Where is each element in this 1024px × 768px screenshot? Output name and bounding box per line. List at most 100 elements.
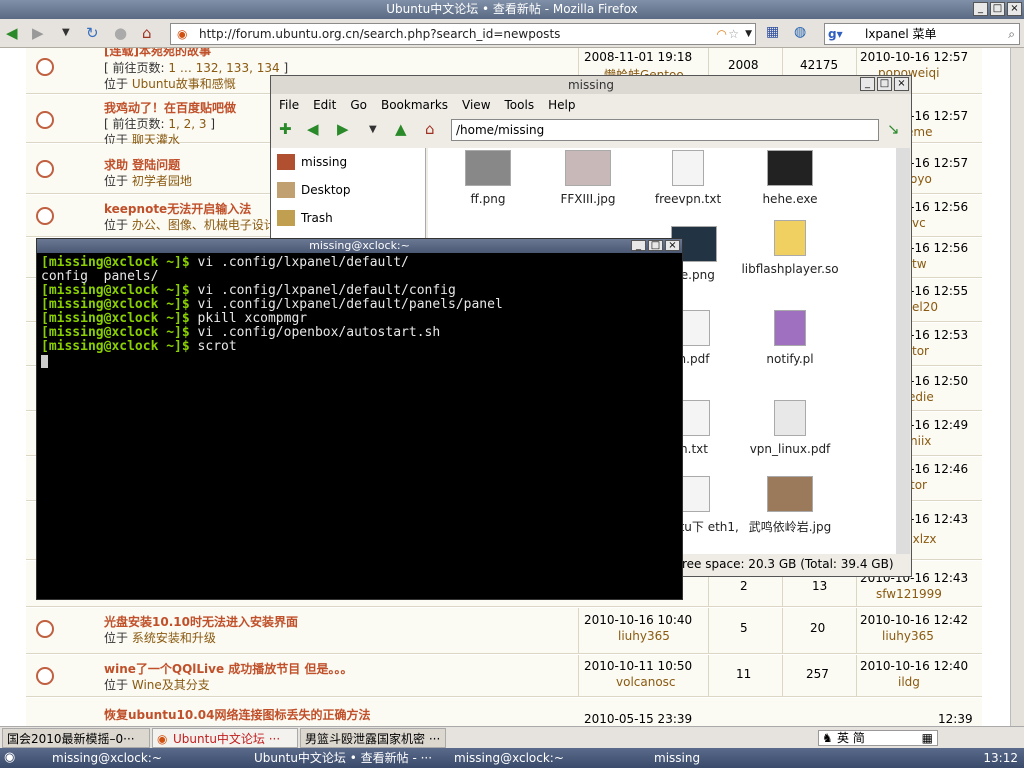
- input-method-bar[interactable]: ♞ 英 简 ▦: [818, 730, 938, 746]
- taskbar-item[interactable]: missing@xclock:~: [34, 750, 234, 766]
- topic-title[interactable]: 我鸡动了！在百度贴吧做: [104, 101, 236, 115]
- maximize-button[interactable]: □: [648, 240, 663, 251]
- taskbar-item-active[interactable]: missing: [636, 750, 832, 766]
- menu-view[interactable]: View: [462, 94, 490, 116]
- go-arrow-icon[interactable]: ↘: [887, 120, 900, 138]
- search-icon[interactable]: ⌕: [1008, 24, 1015, 44]
- taskbar-item[interactable]: missing@xclock:~: [436, 750, 632, 766]
- topic-title[interactable]: keepnote无法开启输入法: [104, 202, 251, 216]
- close-button[interactable]: ×: [665, 240, 680, 251]
- menu-launcher-icon[interactable]: ◉: [4, 750, 15, 765]
- file-item[interactable]: vpn_linux.pdf: [740, 400, 840, 456]
- globe-icon[interactable]: ◍: [794, 24, 806, 40]
- terminal-output[interactable]: [missing@xclock ~]$ vi .config/lxpanel/d…: [37, 253, 682, 371]
- url-dropdown-icon[interactable]: ▼: [745, 24, 752, 44]
- home-icon[interactable]: ⌂: [142, 24, 152, 42]
- back-arrow-icon[interactable]: ◀: [307, 120, 319, 138]
- file-item[interactable]: freevpn.txt: [638, 150, 738, 206]
- tab-item[interactable]: 男篮斗殴泄露国家机密 ···: [300, 728, 446, 748]
- file-view-scrollbar[interactable]: [896, 148, 910, 554]
- stop-icon[interactable]: ●: [114, 24, 127, 42]
- file-item[interactable]: libflashplayer.so: [740, 220, 840, 276]
- author-link[interactable]: liuhy365: [618, 629, 670, 643]
- back-arrow-icon[interactable]: ◀: [6, 24, 18, 42]
- topic-title[interactable]: wine了一个QQlLive 成功播放节目 但是。。。: [104, 662, 352, 676]
- new-tab-icon[interactable]: ✚: [279, 120, 292, 138]
- board-link[interactable]: 初学者园地: [132, 174, 192, 188]
- maximize-button[interactable]: □: [877, 77, 892, 91]
- rss-icon[interactable]: ◠: [717, 24, 727, 44]
- topic-title[interactable]: 恢复ubuntu10.04网络连接图标丢失的正确方法: [104, 708, 370, 722]
- sidebar-item-home[interactable]: missing: [271, 148, 425, 176]
- last-poster-link[interactable]: el20: [912, 300, 938, 314]
- page-links[interactable]: 1 … 132, 133, 134: [168, 61, 279, 75]
- topic-title[interactable]: 求助 登陆问题: [104, 158, 180, 172]
- topic-title[interactable]: [连载]本宛宛的故事: [104, 48, 211, 58]
- page-links[interactable]: 1, 2, 3: [168, 117, 206, 131]
- forward-arrow-icon[interactable]: ▶: [32, 24, 44, 42]
- forward-arrow-icon[interactable]: ▶: [337, 120, 349, 138]
- last-poster-link[interactable]: ildg: [898, 675, 920, 689]
- board-link[interactable]: Ubuntu故事和感慨: [132, 77, 236, 91]
- bookmarks-icon[interactable]: ▦: [766, 24, 779, 40]
- menu-tools[interactable]: Tools: [505, 94, 535, 116]
- minimize-button[interactable]: _: [973, 2, 988, 16]
- path-input[interactable]: /home/missing: [451, 119, 879, 141]
- last-poster-link[interactable]: sfw121999: [876, 587, 942, 601]
- file-label: libflashplayer.so: [741, 262, 839, 276]
- tab-item[interactable]: 国会2010最新模摇–0···: [2, 728, 150, 748]
- up-arrow-icon[interactable]: ▲: [395, 120, 407, 138]
- last-poster-link[interactable]: oyo: [910, 172, 932, 186]
- url-input[interactable]: ◉ http://forum.ubuntu.org.cn/search.php?…: [170, 23, 756, 45]
- file-item[interactable]: notify.pl: [740, 310, 840, 366]
- reload-icon[interactable]: ↻: [86, 24, 99, 42]
- history-dropdown-icon[interactable]: ▼: [62, 27, 70, 38]
- maximize-button[interactable]: □: [990, 2, 1005, 16]
- file-item[interactable]: 武鸣依岭岩.jpg: [740, 476, 840, 535]
- file-item[interactable]: FFXIII.jpg: [538, 150, 638, 206]
- table-row[interactable]: 恢复ubuntu10.04网络连接图标丢失的正确方法 2010-05-15 23…: [26, 698, 982, 726]
- flash-library-icon: [774, 220, 806, 256]
- menu-file[interactable]: File: [279, 94, 299, 116]
- home-icon[interactable]: ⌂: [425, 120, 435, 138]
- keyboard-icon[interactable]: ▦: [922, 731, 933, 745]
- taskbar-item[interactable]: Ubuntu中文论坛 • 查看新帖 - ···: [236, 750, 432, 766]
- board-link[interactable]: 办公、图像、机械电子设计: [132, 218, 276, 232]
- close-button[interactable]: ×: [894, 77, 909, 91]
- table-row[interactable]: wine了一个QQlLive 成功播放节目 但是。。。 位于 Wine及其分支 …: [26, 655, 982, 697]
- google-engine-icon[interactable]: g▾: [828, 24, 843, 44]
- tab-label: 男篮斗殴泄露国家机密 ···: [305, 732, 441, 746]
- topic-title[interactable]: 光盘安装10.10时无法进入安装界面: [104, 615, 298, 629]
- file-item[interactable]: hehe.exe: [740, 150, 840, 206]
- window-title: Ubuntu中文论坛 • 查看新帖 - Mozilla Firefox: [386, 2, 638, 16]
- minimize-button[interactable]: _: [860, 77, 875, 91]
- menu-bookmarks[interactable]: Bookmarks: [381, 94, 448, 116]
- file-item[interactable]: ff.png: [438, 150, 538, 206]
- menu-go[interactable]: Go: [350, 94, 367, 116]
- last-poster-link[interactable]: tor: [912, 344, 929, 358]
- close-button[interactable]: ×: [1007, 2, 1022, 16]
- created-time: 2010-05-15 23:39: [584, 712, 693, 726]
- last-poster-link[interactable]: vc: [912, 216, 926, 230]
- reply-count: 2: [740, 579, 748, 593]
- minimize-button[interactable]: _: [631, 240, 646, 251]
- author-link[interactable]: volcanosc: [616, 675, 676, 689]
- last-poster-link[interactable]: niix: [910, 434, 931, 448]
- page-scrollbar[interactable]: [1010, 48, 1024, 726]
- last-poster-link[interactable]: tw: [912, 257, 927, 271]
- search-input[interactable]: g▾ lxpanel 菜单 ⌕: [824, 23, 1020, 45]
- menu-help[interactable]: Help: [548, 94, 575, 116]
- board-link[interactable]: 系统安装和升级: [132, 631, 216, 645]
- menu-edit[interactable]: Edit: [313, 94, 336, 116]
- table-row[interactable]: 光盘安装10.10时无法进入安装界面 位于 系统安装和升级 2010-10-16…: [26, 608, 982, 654]
- board-link[interactable]: Wine及其分支: [132, 678, 210, 692]
- history-dropdown-icon[interactable]: ▼: [369, 124, 377, 135]
- sidebar-item-desktop[interactable]: Desktop: [271, 176, 425, 204]
- tab-item-active[interactable]: ◉ Ubuntu中文论坛 ···: [152, 728, 298, 748]
- terminal-window[interactable]: missing@xclock:~ _ □ × [missing@xclock ~…: [36, 238, 683, 600]
- last-poster-link[interactable]: liuhy365: [882, 629, 934, 643]
- last-poster-link[interactable]: tor: [910, 478, 927, 492]
- terminal-line: [missing@xclock ~]$ vi .config/lxpanel/d…: [41, 284, 678, 298]
- sidebar-item-trash[interactable]: Trash: [271, 204, 425, 232]
- bookmark-star-icon[interactable]: ☆: [728, 24, 739, 44]
